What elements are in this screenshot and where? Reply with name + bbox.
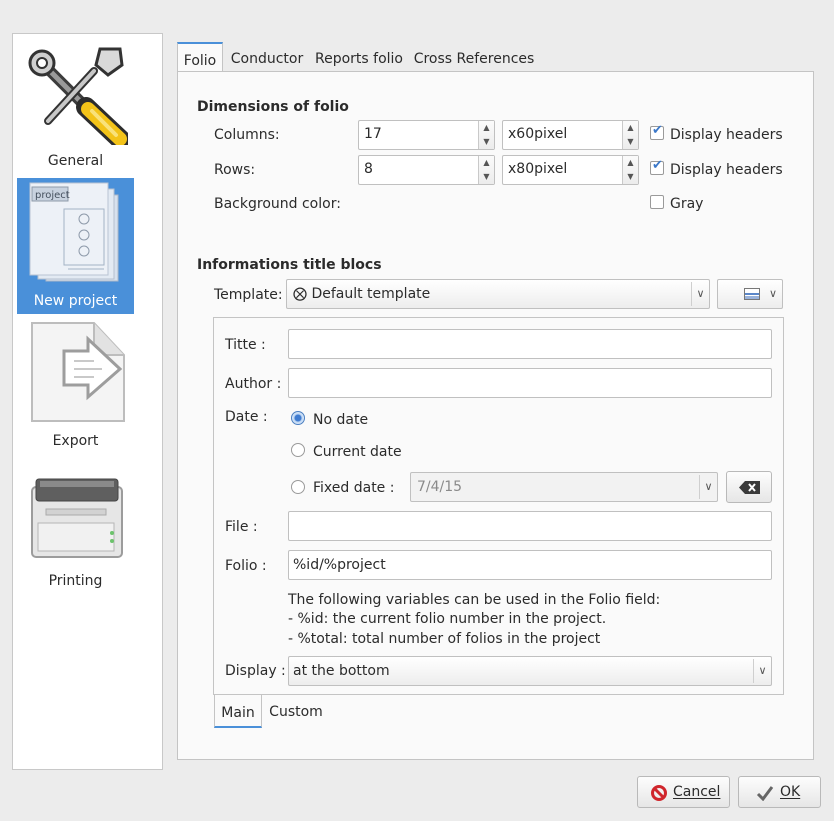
fixed-date-radio[interactable] (291, 480, 305, 494)
tab-custom[interactable]: Custom (266, 694, 326, 726)
rows-stepper[interactable]: ▲ ▼ (478, 156, 494, 184)
template-menu-button[interactable]: ∨ (717, 279, 783, 309)
sidebar-item-new-project[interactable]: project New project (17, 178, 134, 314)
gray-checkbox[interactable] (650, 195, 664, 209)
down-arrow-icon[interactable]: ▼ (479, 135, 494, 149)
folio-help-line-1: The following variables can be used in t… (288, 592, 661, 608)
row-height-value: x80pixel (508, 161, 568, 177)
no-date-label: No date (313, 412, 369, 428)
ok-button[interactable]: OK (738, 776, 821, 808)
rows-display-headers-label: Display headers (670, 162, 783, 178)
template-select[interactable]: ⨂ Default template ∨ (286, 279, 710, 309)
cancel-icon (651, 785, 667, 801)
title-label: Titte : (225, 337, 266, 353)
template-value-text: Default template (311, 286, 431, 302)
tab-folio[interactable]: Folio (177, 42, 223, 73)
folio-label: Folio : (225, 558, 267, 574)
page-list: General project New project Export Print… (12, 33, 163, 770)
template-icon: ⨂ (293, 286, 307, 302)
project-icon: project (29, 182, 119, 282)
rows-value: 8 (364, 161, 373, 177)
chevron-down-icon: ∨ (768, 287, 778, 300)
sidebar-item-label: Export (52, 433, 99, 449)
author-label: Author : (225, 376, 282, 392)
sidebar-item-export[interactable]: Export (17, 318, 134, 454)
display-label: Display : (225, 663, 286, 679)
tab-main[interactable]: Main (214, 694, 262, 728)
display-position-select[interactable]: at the bottom ∨ (288, 656, 772, 686)
folio-input-value: %id/%project (293, 557, 386, 573)
current-date-label: Current date (313, 444, 402, 460)
sidebar-item-label: New project (33, 293, 118, 309)
columns-stepper[interactable]: ▲ ▼ (478, 121, 494, 149)
template-label: Template: (214, 287, 283, 303)
sidebar-item-label: Printing (48, 573, 103, 589)
backspace-icon (739, 481, 760, 494)
columns-label: Columns: (214, 127, 280, 143)
checkmark-icon (756, 786, 774, 801)
rows-display-headers-checkbox[interactable] (650, 158, 664, 175)
chevron-down-icon: ∨ (691, 282, 709, 306)
dimensions-title: Dimensions of folio (197, 99, 349, 115)
date-label: Date : (225, 409, 268, 425)
title-input[interactable] (288, 329, 772, 359)
columns-value: 17 (364, 126, 382, 142)
fixed-date-label: Fixed date : (313, 480, 395, 496)
printer-icon (31, 478, 123, 558)
up-arrow-icon[interactable]: ▲ (623, 121, 638, 135)
fixed-date-picker[interactable]: 7/4/15 ∨ (410, 472, 718, 502)
file-label: File : (225, 519, 258, 535)
tab-cross-references[interactable]: Cross References (413, 42, 535, 73)
sidebar-item-label: General (47, 153, 104, 169)
up-arrow-icon[interactable]: ▲ (479, 121, 494, 135)
folio-help-line-2: - %id: the current folio number in the p… (288, 611, 607, 627)
template-value: ⨂ Default template (293, 286, 430, 302)
up-arrow-icon[interactable]: ▲ (479, 156, 494, 170)
column-width-value: x60pixel (508, 126, 568, 142)
tools-icon (28, 47, 128, 145)
sidebar-item-printing[interactable]: Printing (17, 458, 134, 594)
no-date-radio[interactable] (291, 411, 305, 425)
chevron-down-icon: ∨ (753, 659, 771, 683)
file-input[interactable] (288, 511, 772, 541)
cancel-label: Cancel (673, 784, 721, 800)
author-input[interactable] (288, 368, 772, 398)
background-color-label: Background color: (214, 196, 341, 212)
current-date-radio[interactable] (291, 443, 305, 457)
fixed-date-value: 7/4/15 (417, 479, 463, 495)
folio-input[interactable]: %id/%project (288, 550, 772, 580)
columns-display-headers-label: Display headers (670, 127, 783, 143)
titleblock-title: Informations title blocs (197, 257, 382, 273)
ok-label: OK (780, 784, 801, 800)
gray-label: Gray (670, 196, 704, 212)
rows-spinbox[interactable]: 8 ▲ ▼ (358, 155, 495, 185)
template-menu-icon (744, 288, 760, 304)
tab-reports-folio[interactable]: Reports folio (313, 42, 405, 73)
rows-label: Rows: (214, 162, 256, 178)
row-height-spinbox[interactable]: x80pixel ▲ ▼ (502, 155, 639, 185)
chevron-down-icon: ∨ (699, 475, 717, 499)
down-arrow-icon[interactable]: ▼ (623, 135, 638, 149)
down-arrow-icon[interactable]: ▼ (623, 170, 638, 184)
display-position-value: at the bottom (293, 663, 390, 679)
clear-date-button[interactable] (726, 471, 772, 503)
export-icon (31, 322, 125, 422)
column-width-spinbox[interactable]: x60pixel ▲ ▼ (502, 120, 639, 150)
sidebar-item-general[interactable]: General (17, 38, 134, 174)
down-arrow-icon[interactable]: ▼ (479, 170, 494, 184)
up-arrow-icon[interactable]: ▲ (623, 156, 638, 170)
tab-conductor[interactable]: Conductor (227, 42, 307, 73)
column-width-stepper[interactable]: ▲ ▼ (622, 121, 638, 149)
columns-spinbox[interactable]: 17 ▲ ▼ (358, 120, 495, 150)
row-height-stepper[interactable]: ▲ ▼ (622, 156, 638, 184)
project-icon-text: project (35, 190, 70, 201)
columns-display-headers-checkbox[interactable] (650, 123, 664, 140)
cancel-button[interactable]: Cancel (637, 776, 730, 808)
folio-help-line-3: - %total: total number of folios in the … (288, 631, 601, 647)
